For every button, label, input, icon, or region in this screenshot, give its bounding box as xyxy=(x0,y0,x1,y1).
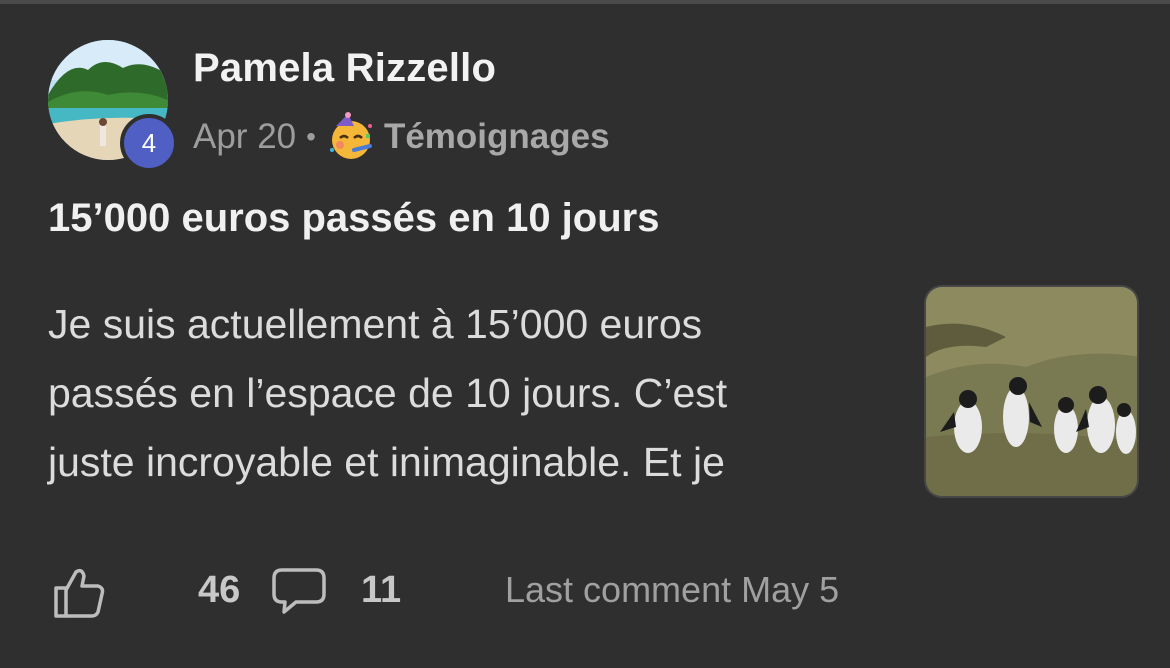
level-badge: 4 xyxy=(120,114,178,172)
post-title[interactable]: 15’000 euros passés en 10 jours xyxy=(48,196,659,241)
post-thumbnail[interactable] xyxy=(924,285,1139,498)
meta-separator: • xyxy=(306,121,316,152)
body-line: passés en l’espace de 10 jours. C’est xyxy=(48,370,728,416)
comment-count: 11 xyxy=(361,569,402,611)
thumbs-up-icon[interactable] xyxy=(52,566,106,625)
category-link[interactable]: Témoignages xyxy=(384,117,610,157)
post-meta: Apr 20 • Témoignages xyxy=(193,112,610,162)
comment-icon[interactable] xyxy=(270,564,328,623)
partying-face-icon xyxy=(326,112,376,162)
body-line: juste incroyable et inimaginable. Et je xyxy=(48,439,725,485)
post-actions: 46 11 Last comment May 5 xyxy=(48,560,1048,620)
author-avatar[interactable]: 4 xyxy=(48,40,178,172)
body-line: Je suis actuellement à 15’000 euros xyxy=(48,301,703,347)
last-comment-label: Last comment May 5 xyxy=(505,569,840,610)
post-body[interactable]: Je suis actuellement à 15’000 euros pass… xyxy=(48,290,868,497)
post-date: Apr 20 xyxy=(193,117,297,156)
author-name[interactable]: Pamela Rizzello xyxy=(193,46,496,91)
like-count: 46 xyxy=(198,569,241,611)
top-divider xyxy=(0,0,1170,4)
